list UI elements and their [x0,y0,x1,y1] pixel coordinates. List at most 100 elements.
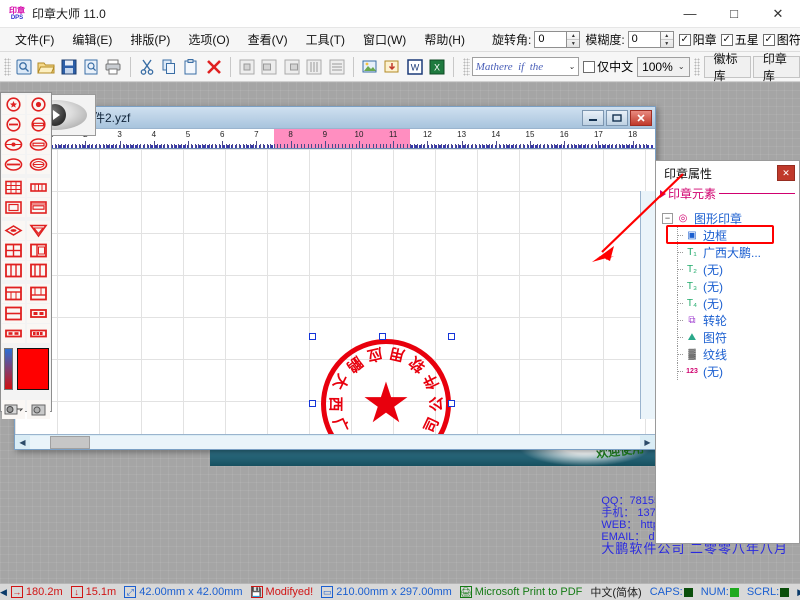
checkbox-yangzhang[interactable]: ✓ 阳章 [679,31,717,48]
canvas-area[interactable]: 广西大鹏应用软件公司 ★ [15,149,655,434]
status-prev-arrow-icon[interactable]: ◀ [0,587,7,598]
menu-edit[interactable]: 编辑(E) [63,28,121,51]
menu-options[interactable]: 选项(O) [179,28,238,51]
export-image-button[interactable] [360,55,380,79]
rotate-down-icon[interactable]: ▼ [567,40,579,47]
new-document-button[interactable] [14,55,34,79]
tree-node-symbol-icon[interactable]: ⛰图符 [672,329,799,346]
chinese-only-checkbox[interactable]: 仅中文 [583,58,633,75]
tree-node-texture-icon[interactable]: ▓纹线 [672,346,799,363]
stamp-library-button[interactable]: 印章库 [753,56,800,78]
rect-vert-stamp-tool[interactable] [27,261,50,280]
rotate-angle-input[interactable]: 0 [534,31,567,48]
ellipse-double-stamp-tool[interactable] [27,155,50,174]
grid-stamp-tool[interactable] [2,178,25,197]
checkbox-tufu[interactable]: ✓ 图符 [763,31,800,48]
circle-star-stamp-tool[interactable] [2,95,25,114]
horizontal-scroll-track[interactable] [30,436,640,449]
save-button[interactable] [59,55,79,79]
stamp-preview-tool[interactable] [2,400,25,419]
checkbox-wuxing[interactable]: ✓ 五星 [721,31,759,48]
diamond-stamp-tool[interactable] [2,221,25,240]
document-close-button[interactable] [630,110,652,126]
circle-bar-stamp-tool[interactable] [2,115,25,134]
scroll-right-arrow-icon[interactable]: ▶ [640,435,655,450]
tree-node-text4-icon[interactable]: T₄(无) [672,295,799,312]
align-center-both-button[interactable] [237,55,257,79]
chinese-only-checkbox-icon[interactable] [583,61,595,73]
import-image-button[interactable] [382,55,402,79]
rect-bottom-stamp-tool[interactable] [27,284,50,303]
open-file-button[interactable] [36,55,56,79]
tree-node-text1-icon[interactable]: T₁广西大鹏... [672,244,799,261]
circle-line-stamp-tool[interactable] [27,115,50,134]
yangzhang-checkbox-icon[interactable]: ✓ [679,34,691,46]
zoom-chevron-down-icon[interactable]: ⌄ [678,62,685,71]
selection-handle-e[interactable] [448,400,455,407]
library-grip-icon[interactable] [694,58,700,76]
tree-node-text2-icon[interactable]: T₂(无) [672,261,799,278]
ellipse-dot-stamp-tool[interactable] [2,135,25,154]
tree-node-number-icon[interactable]: 123(无) [672,363,799,380]
word-export-button[interactable]: W [404,55,424,79]
horizontal-scrollbar[interactable]: ◀ ▶ [15,434,655,449]
horizontal-scroll-thumb[interactable] [50,436,90,449]
align-left-button[interactable] [259,55,279,79]
rect-cells-stamp-tool[interactable] [27,304,50,323]
print-button[interactable] [103,55,123,79]
preview-button[interactable] [81,55,101,79]
script-font-select[interactable]: Mathere if the ⌄ [472,57,579,76]
rect-split-stamp-tool[interactable] [27,198,50,217]
properties-panel-close-icon[interactable]: ✕ [777,165,795,181]
triangle-stamp-tool[interactable] [27,221,50,240]
distribute-v-button[interactable] [326,55,346,79]
delete-button[interactable] [204,55,224,79]
menu-layout[interactable]: 排版(P) [121,28,179,51]
maximize-button[interactable]: □ [712,0,756,28]
toolbar-grip-icon[interactable] [4,58,11,76]
rotate-angle-stepper[interactable]: 0 ▲ ▼ [534,31,580,48]
copy-button[interactable] [159,55,179,79]
bars-stamp-tool[interactable] [27,178,50,197]
tree-expander-icon[interactable]: − [662,213,673,224]
zoom-select[interactable]: 100% ⌄ [637,57,689,77]
blur-input[interactable]: 0 [628,31,661,48]
align-right-button[interactable] [282,55,302,79]
blur-stepper[interactable]: 0 ▲ ▼ [628,31,674,48]
horizontal-ruler[interactable]: 123456789101112131415161718 [15,129,655,149]
scroll-left-arrow-icon[interactable]: ◀ [15,435,30,450]
menu-view[interactable]: 查看(V) [239,28,297,51]
tufu-checkbox-icon[interactable]: ✓ [763,34,775,46]
close-button[interactable]: ✕ [756,0,800,28]
rect-twocell-stamp-tool[interactable] [2,324,25,343]
rect-top-stamp-tool[interactable] [2,284,25,303]
document-minimize-button[interactable] [582,110,604,126]
rect-multicell-stamp-tool[interactable] [27,324,50,343]
selection-handle-ne[interactable] [448,333,455,340]
tree-node-wheel-icon[interactable]: ⧉转轮 [672,312,799,329]
current-color-swatch[interactable] [17,348,49,390]
quad-stamp-tool[interactable] [2,241,25,260]
chevron-down-icon[interactable]: ⌄ [568,62,575,71]
tree-node-text3-icon[interactable]: T₃(无) [672,278,799,295]
cut-button[interactable] [137,55,157,79]
blur-spin-buttons[interactable]: ▲ ▼ [661,31,674,48]
ellipse-bar-stamp-tool[interactable] [2,155,25,174]
rect-left-stamp-tool[interactable] [27,241,50,260]
document-maximize-button[interactable] [606,110,628,126]
wuxing-checkbox-icon[interactable]: ✓ [721,34,733,46]
selection-handle-n[interactable] [379,333,386,340]
selection-handle-nw[interactable] [309,333,316,340]
stamp-elements-tree[interactable]: −◎图形印章▣边框T₁广西大鹏...T₂(无)T₃(无)T₄(无)⧉转轮⛰图符▓… [656,204,799,543]
rect-stamp-tool[interactable] [2,198,25,217]
menu-help[interactable]: 帮助(H) [415,28,474,51]
document-title-bar[interactable]: 文件2.yzf [15,107,655,129]
color-gradient-bar[interactable] [4,348,13,390]
distribute-h-button[interactable] [304,55,324,79]
vertical-scrollbar[interactable] [640,191,655,419]
rect-hsplit-stamp-tool[interactable] [2,304,25,323]
stamp-apply-tool[interactable] [27,400,50,419]
blur-down-icon[interactable]: ▼ [661,40,673,47]
excel-export-button[interactable]: X [427,55,447,79]
menu-file[interactable]: 文件(F) [6,28,63,51]
